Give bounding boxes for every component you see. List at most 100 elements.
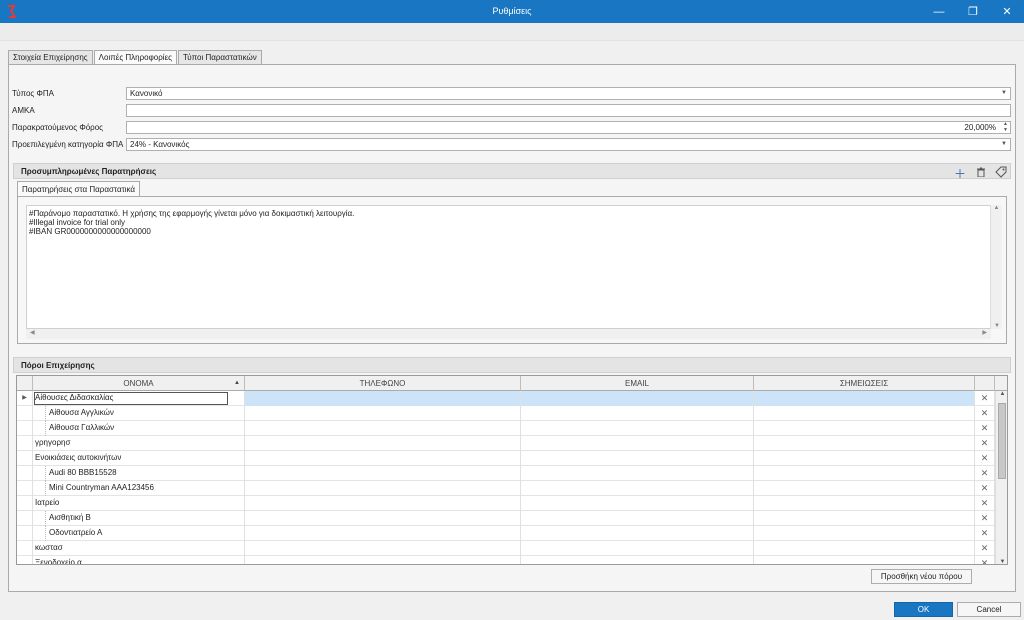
delete-row-icon[interactable]: ✕: [975, 421, 995, 436]
name-cell[interactable]: κωστασ: [33, 541, 245, 556]
notes-cell[interactable]: [754, 436, 975, 451]
delete-row-icon[interactable]: ✕: [975, 391, 995, 406]
notes-vertical-scrollbar[interactable]: ▲ ▼: [990, 205, 1002, 329]
delete-row-icon[interactable]: ✕: [975, 526, 995, 541]
tab-document-types[interactable]: Τύποι Παραστατικών: [178, 50, 262, 65]
name-cell[interactable]: Ιατρείο: [33, 496, 245, 511]
default-vat-category-select[interactable]: 24% - Κανονικός ▼: [126, 138, 1011, 151]
delete-row-icon[interactable]: ✕: [975, 541, 995, 556]
table-row[interactable]: κωστασ ✕: [17, 541, 1007, 556]
column-header-email[interactable]: EMAIL: [521, 376, 754, 391]
delete-row-icon[interactable]: ✕: [975, 496, 995, 511]
add-resource-button[interactable]: Προσθήκη νέου πόρου: [871, 569, 972, 584]
notes-cell[interactable]: [754, 496, 975, 511]
phone-cell[interactable]: [245, 526, 521, 541]
name-cell[interactable]: Αίθουσα Γαλλικών: [33, 421, 245, 436]
phone-cell[interactable]: [245, 451, 521, 466]
phone-cell[interactable]: [245, 391, 521, 406]
name-cell[interactable]: Αισθητική Β: [33, 511, 245, 526]
scroll-down-icon[interactable]: ▼: [991, 323, 1003, 329]
row-indicator[interactable]: [17, 556, 33, 564]
notes-cell[interactable]: [754, 511, 975, 526]
phone-cell[interactable]: [245, 481, 521, 496]
phone-cell[interactable]: [245, 541, 521, 556]
row-indicator[interactable]: [17, 436, 33, 451]
plus-icon[interactable]: ＋: [954, 165, 966, 182]
ok-button[interactable]: OK: [894, 602, 953, 617]
scroll-down-icon[interactable]: ▼: [996, 559, 1007, 564]
row-indicator[interactable]: [17, 526, 33, 541]
name-cell[interactable]: Mini Countryman AAA123456: [33, 481, 245, 496]
notes-cell[interactable]: [754, 391, 975, 406]
name-cell[interactable]: Audi 80 BBB15528: [33, 466, 245, 481]
phone-cell[interactable]: [245, 466, 521, 481]
email-cell[interactable]: [521, 541, 754, 556]
email-cell[interactable]: [521, 451, 754, 466]
delete-row-icon[interactable]: ✕: [975, 511, 995, 526]
notes-horizontal-scrollbar[interactable]: ◀ ▶: [26, 329, 991, 339]
delete-row-icon[interactable]: ✕: [975, 481, 995, 496]
name-cell[interactable]: Αίθουσες Διδασκαλίας: [33, 391, 245, 406]
table-row[interactable]: Αισθητική Β ✕: [17, 511, 1007, 526]
phone-cell[interactable]: [245, 556, 521, 564]
tag-icon[interactable]: [995, 166, 1007, 178]
email-cell[interactable]: [521, 556, 754, 564]
row-indicator[interactable]: [17, 466, 33, 481]
scroll-right-icon[interactable]: ▶: [982, 329, 987, 336]
restore-button[interactable]: ❐: [956, 0, 990, 23]
table-row[interactable]: Ιατρείο ✕: [17, 496, 1007, 511]
email-cell[interactable]: [521, 511, 754, 526]
table-row[interactable]: ▶ Αίθουσες Διδασκαλίας ✕: [17, 391, 1007, 406]
row-indicator[interactable]: ▶: [17, 391, 33, 406]
table-row[interactable]: Αίθουσα Γαλλικών ✕: [17, 421, 1007, 436]
email-cell[interactable]: [521, 496, 754, 511]
column-header-phone[interactable]: ΤΗΛΕΦΩΝΟ: [245, 376, 521, 391]
email-cell[interactable]: [521, 466, 754, 481]
row-indicator[interactable]: [17, 496, 33, 511]
notes-cell[interactable]: [754, 481, 975, 496]
column-header-name[interactable]: ΟΝΟΜΑ ▲: [33, 376, 245, 391]
notes-cell[interactable]: [754, 406, 975, 421]
tab-business-details[interactable]: Στοιχεία Επιχείρησης: [8, 50, 93, 65]
minimize-button[interactable]: —: [922, 0, 956, 23]
row-indicator[interactable]: [17, 511, 33, 526]
notes-textarea[interactable]: #Παράνομο παραστατικό. Η χρήσης της εφαρ…: [26, 205, 991, 329]
notes-cell[interactable]: [754, 451, 975, 466]
notes-cell[interactable]: [754, 556, 975, 564]
name-cell[interactable]: Ξενοδοχείο α: [33, 556, 245, 564]
table-row[interactable]: Ενοικιάσεις αυτοκινήτων ✕: [17, 451, 1007, 466]
close-button[interactable]: ✕: [990, 0, 1024, 23]
row-indicator[interactable]: [17, 406, 33, 421]
table-row[interactable]: Οδοντιατρείο Α ✕: [17, 526, 1007, 541]
scrollbar-thumb[interactable]: [998, 403, 1006, 479]
name-cell[interactable]: γρηγορησ: [33, 436, 245, 451]
table-row[interactable]: Mini Countryman AAA123456 ✕: [17, 481, 1007, 496]
row-indicator[interactable]: [17, 421, 33, 436]
notes-cell[interactable]: [754, 466, 975, 481]
phone-cell[interactable]: [245, 421, 521, 436]
delete-row-icon[interactable]: ✕: [975, 466, 995, 481]
scroll-left-icon[interactable]: ◀: [30, 329, 35, 336]
phone-cell[interactable]: [245, 511, 521, 526]
spin-arrows-icon[interactable]: ▲ ▼: [1003, 121, 1008, 133]
name-cell[interactable]: Οδοντιατρείο Α: [33, 526, 245, 541]
email-cell[interactable]: [521, 421, 754, 436]
trash-icon[interactable]: [976, 167, 986, 177]
row-indicator[interactable]: [17, 481, 33, 496]
cancel-button[interactable]: Cancel: [957, 602, 1021, 617]
phone-cell[interactable]: [245, 436, 521, 451]
tab-document-notes[interactable]: Παρατηρήσεις στα Παραστατικά: [17, 181, 141, 197]
delete-row-icon[interactable]: ✕: [975, 556, 995, 564]
amka-input[interactable]: [126, 104, 1011, 117]
phone-cell[interactable]: [245, 406, 521, 421]
table-row[interactable]: γρηγορησ ✕: [17, 436, 1007, 451]
withholding-tax-input[interactable]: 20,000% ▲ ▼: [126, 121, 1011, 134]
delete-row-icon[interactable]: ✕: [975, 451, 995, 466]
scroll-up-icon[interactable]: ▲: [996, 391, 1007, 397]
email-cell[interactable]: [521, 391, 754, 406]
delete-row-icon[interactable]: ✕: [975, 436, 995, 451]
delete-row-icon[interactable]: ✕: [975, 406, 995, 421]
notes-cell[interactable]: [754, 541, 975, 556]
scroll-up-icon[interactable]: ▲: [991, 205, 1002, 211]
column-header-notes[interactable]: ΣΗΜΕΙΩΣΕΙΣ: [754, 376, 975, 391]
